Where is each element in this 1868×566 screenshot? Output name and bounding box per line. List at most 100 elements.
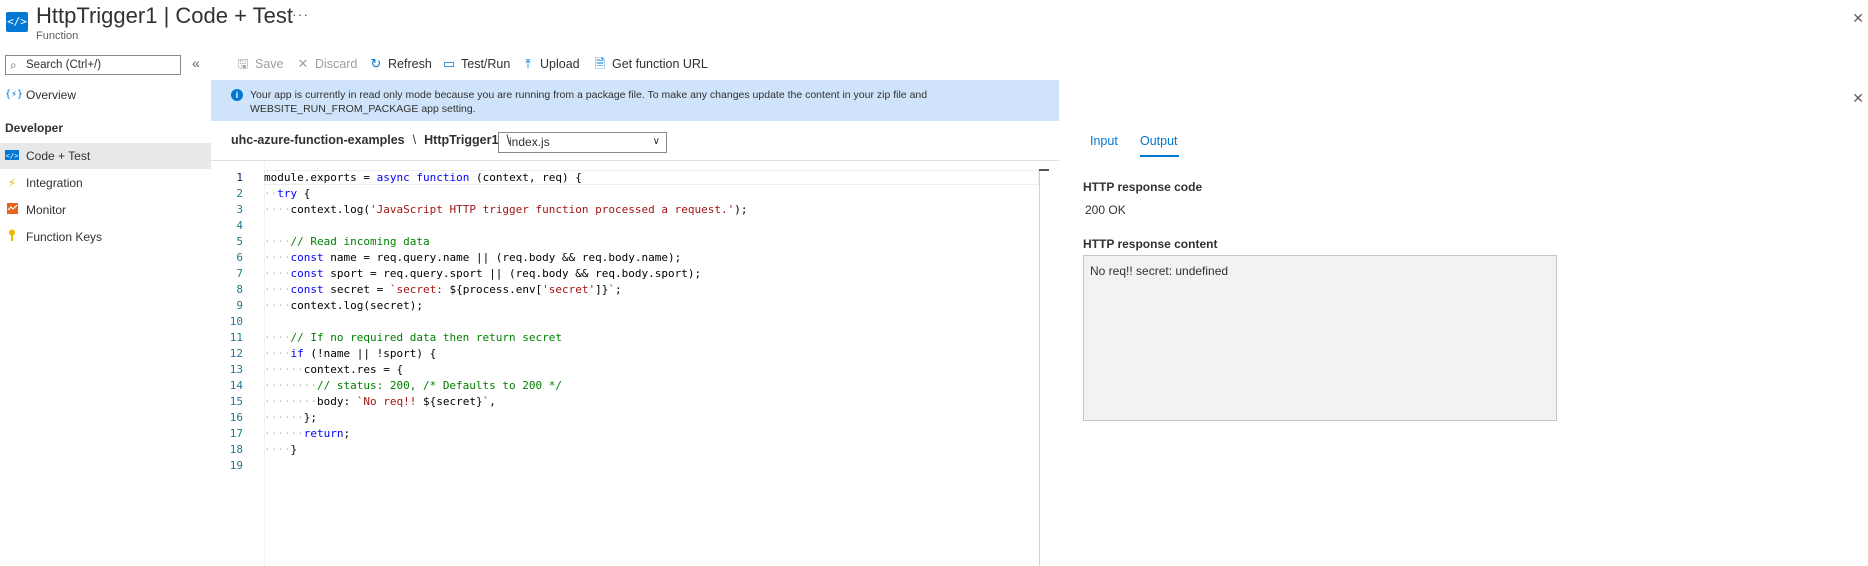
test-panel: ✕ Input Output HTTP response code 200 OK… bbox=[1059, 50, 1868, 565]
search-input[interactable]: ⌕ Search (Ctrl+/) bbox=[5, 55, 181, 75]
code-text: ········// status: 200, /* Defaults to 2… bbox=[264, 379, 563, 392]
blade-title: | Code + Test bbox=[163, 3, 294, 28]
code-line: 11 ····// If no required data then return… bbox=[211, 330, 1039, 346]
svg-text:</>: </> bbox=[6, 152, 19, 160]
save-icon: 🖫 bbox=[237, 56, 249, 71]
code-line: 5 ····// Read incoming data bbox=[211, 234, 1039, 250]
code-text: ····// Read incoming data bbox=[264, 235, 430, 248]
sidebar-item-code-test[interactable]: </> Code + Test bbox=[0, 143, 211, 169]
editor-scrollbar[interactable] bbox=[1039, 169, 1040, 566]
upload-button[interactable]: ⤒ Upload bbox=[521, 55, 580, 73]
close-panel-button[interactable]: ✕ bbox=[1852, 90, 1864, 107]
code-line: 7 ····const sport = req.query.sport || (r… bbox=[211, 266, 1039, 282]
code-text: ····const secret = `secret: ${process.en… bbox=[264, 283, 622, 296]
code-text: module.exports = async function (context… bbox=[264, 171, 582, 184]
line-number: 6 bbox=[236, 251, 243, 264]
tab-input[interactable]: Input bbox=[1090, 134, 1118, 148]
line-number: 13 bbox=[229, 363, 243, 376]
refresh-label: Refresh bbox=[388, 57, 432, 71]
get-function-url-label: Get function URL bbox=[612, 57, 708, 71]
code-text: ····const sport = req.query.sport || (re… bbox=[264, 267, 702, 280]
code-editor[interactable]: 1 module.exports = async function (contex… bbox=[211, 160, 1059, 566]
code-text: ··try { bbox=[264, 187, 311, 200]
link-document-icon: 🗎 bbox=[594, 56, 606, 71]
line-number: 10 bbox=[229, 315, 243, 328]
read-only-banner: i Your app is currently in read only mod… bbox=[211, 80, 1059, 121]
code-text: ······return; bbox=[264, 427, 351, 440]
breadcrumb-separator: \ bbox=[412, 133, 417, 147]
get-function-url-button[interactable]: 🗎 Get function URL bbox=[593, 55, 708, 73]
code-line: 6 ····const name = req.query.name || (req… bbox=[211, 250, 1039, 266]
code-text: ····// If no required data then return s… bbox=[264, 331, 563, 344]
line-number: 1 bbox=[236, 171, 243, 184]
function-code-icon: </> bbox=[6, 12, 28, 32]
code-text: ······}; bbox=[264, 411, 317, 424]
line-number: 3 bbox=[236, 203, 243, 216]
code-text: ····} bbox=[264, 443, 298, 456]
sidebar-item-monitor[interactable]: Monitor bbox=[0, 197, 211, 223]
page-header: </> HttpTrigger1 | Code + Test ··· Funct… bbox=[0, 0, 1868, 50]
sidebar-item-function-keys[interactable]: Function Keys bbox=[0, 224, 211, 250]
line-number: 8 bbox=[236, 283, 243, 296]
key-icon bbox=[5, 224, 19, 250]
code-line: 12 ····if (!name || !sport) { bbox=[211, 346, 1039, 362]
code-text: ····if (!name || !sport) { bbox=[264, 347, 437, 360]
code-text: ····context.log('JavaScript HTTP trigger… bbox=[264, 203, 748, 216]
search-placeholder: Search (Ctrl+/) bbox=[26, 59, 102, 71]
code-text: ····context.log(secret); bbox=[264, 299, 423, 312]
function-name: HttpTrigger1 bbox=[36, 3, 158, 28]
sidebar-item-label: Overview bbox=[26, 88, 77, 102]
code-line: 18 ····} bbox=[211, 442, 1039, 458]
nav-section-developer: Developer bbox=[5, 121, 64, 135]
code-text: ······context.res = { bbox=[264, 363, 404, 376]
code-line: 3 ····context.log('JavaScript HTTP trigge… bbox=[211, 202, 1039, 218]
more-options-button[interactable]: ··· bbox=[292, 6, 309, 22]
file-select-dropdown[interactable]: index.js ∨ bbox=[498, 132, 667, 153]
code-line: 14 ········// status: 200, /* Defaults to… bbox=[211, 378, 1039, 394]
line-number: 17 bbox=[229, 427, 243, 440]
page-subtitle: Function bbox=[36, 30, 79, 42]
code-line: 16 ······}; bbox=[211, 410, 1039, 426]
chevron-down-icon: ∨ bbox=[652, 136, 660, 147]
sidebar-item-overview[interactable]: {⚡} Overview bbox=[0, 82, 211, 108]
sidebar-item-integration[interactable]: ⚡ Integration bbox=[0, 170, 211, 196]
line-number: 19 bbox=[229, 459, 243, 472]
search-icon: ⌕ bbox=[10, 58, 17, 72]
scrollbar-thumb[interactable] bbox=[1039, 169, 1049, 171]
close-blade-button[interactable]: ✕ bbox=[1852, 10, 1864, 27]
line-number: 15 bbox=[229, 395, 243, 408]
line-number: 7 bbox=[236, 267, 243, 280]
upload-label: Upload bbox=[540, 57, 580, 71]
file-select-value: index.js bbox=[509, 135, 550, 149]
sidebar-item-label: Monitor bbox=[26, 203, 67, 217]
page-title: HttpTrigger1 | Code + Test bbox=[36, 3, 293, 29]
overview-icon: {⚡} bbox=[5, 89, 24, 100]
line-number: 14 bbox=[229, 379, 243, 392]
upload-icon: ⤒ bbox=[525, 56, 531, 71]
test-run-icon: ▭ bbox=[442, 56, 456, 71]
save-button[interactable]: 🖫 Save bbox=[236, 55, 283, 73]
code-line: 4 bbox=[211, 218, 1039, 234]
test-run-button[interactable]: ▭ Test/Run bbox=[442, 55, 511, 73]
tab-output[interactable]: Output bbox=[1140, 134, 1178, 148]
sidebar-item-label: Code + Test bbox=[26, 149, 91, 163]
line-number: 12 bbox=[229, 347, 243, 360]
code-text: ········body: `No req!! ${secret}`, bbox=[264, 395, 496, 408]
collapse-nav-button[interactable]: « bbox=[192, 55, 200, 71]
code-icon: </> bbox=[5, 143, 19, 169]
refresh-button[interactable]: ↻ Refresh bbox=[369, 55, 432, 73]
line-number: 18 bbox=[229, 443, 243, 456]
response-content-box[interactable]: No req!! secret: undefined bbox=[1083, 255, 1557, 421]
line-number: 9 bbox=[236, 299, 243, 312]
code-line: 2 ··try { bbox=[211, 186, 1039, 202]
response-content-text: No req!! secret: undefined bbox=[1090, 264, 1229, 278]
response-content-label: HTTP response content bbox=[1083, 237, 1218, 251]
file-path-breadcrumb: uhc-azure-function-examples \ HttpTrigger1… bbox=[231, 133, 518, 147]
left-nav: ⌕ Search (Ctrl+/) « {⚡} Overview Develop… bbox=[0, 50, 211, 565]
test-run-label: Test/Run bbox=[461, 57, 511, 71]
code-line: 17 ······return; bbox=[211, 426, 1039, 442]
sidebar-item-label: Integration bbox=[26, 176, 83, 190]
discard-button[interactable]: ✕ Discard bbox=[296, 55, 358, 73]
code-line: 8 ····const secret = `secret: ${process.e… bbox=[211, 282, 1039, 298]
line-number: 4 bbox=[236, 219, 243, 232]
